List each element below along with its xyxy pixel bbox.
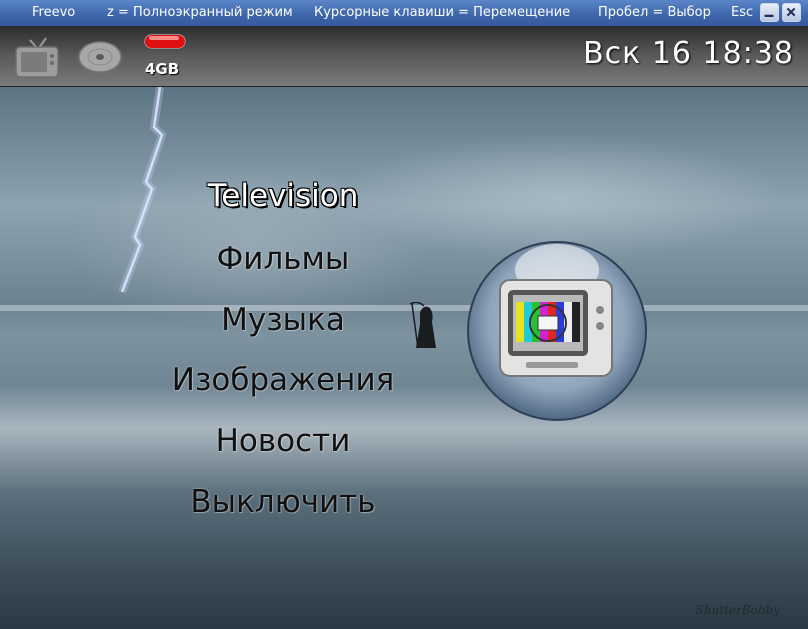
hint-fullscreen: z = Полноэкранный режим	[107, 5, 293, 20]
menu-item-movies[interactable]: Фильмы	[0, 241, 566, 277]
hint-navigation: Курсорные клавиши = Перемещение	[314, 5, 571, 20]
tv-icon	[15, 37, 59, 78]
menu-item-television[interactable]: Television	[0, 178, 566, 214]
disk-usage-icon	[143, 33, 187, 50]
title-bar: Freevo z = Полноэкранный режим Курсорные…	[0, 0, 808, 26]
menu-item-shutdown[interactable]: Выключить	[0, 484, 566, 520]
menu-item-images[interactable]: Изображения	[0, 362, 566, 398]
minimize-button[interactable]	[760, 3, 779, 22]
close-icon	[786, 7, 796, 17]
freevo-window: Freevo z = Полноэкранный режим Курсорные…	[0, 0, 808, 629]
hint-escape: Esc	[731, 5, 754, 20]
status-bar: 4GB Вск 16 18:38	[0, 26, 808, 87]
clock: Вск 16 18:38	[583, 36, 794, 71]
window-title: Freevo	[32, 5, 76, 20]
minimize-icon	[764, 14, 774, 17]
disk-usage-label: 4GB	[145, 60, 180, 78]
disc-icon	[78, 41, 122, 73]
watermark: ShutterBobby	[695, 603, 780, 617]
background-scene: ShutterBobby	[0, 87, 808, 629]
close-button[interactable]	[782, 3, 801, 22]
hint-select: Пробел = Выбор	[598, 5, 711, 20]
menu-item-news[interactable]: Новости	[0, 423, 566, 459]
menu-item-music[interactable]: Музыка	[0, 302, 566, 338]
